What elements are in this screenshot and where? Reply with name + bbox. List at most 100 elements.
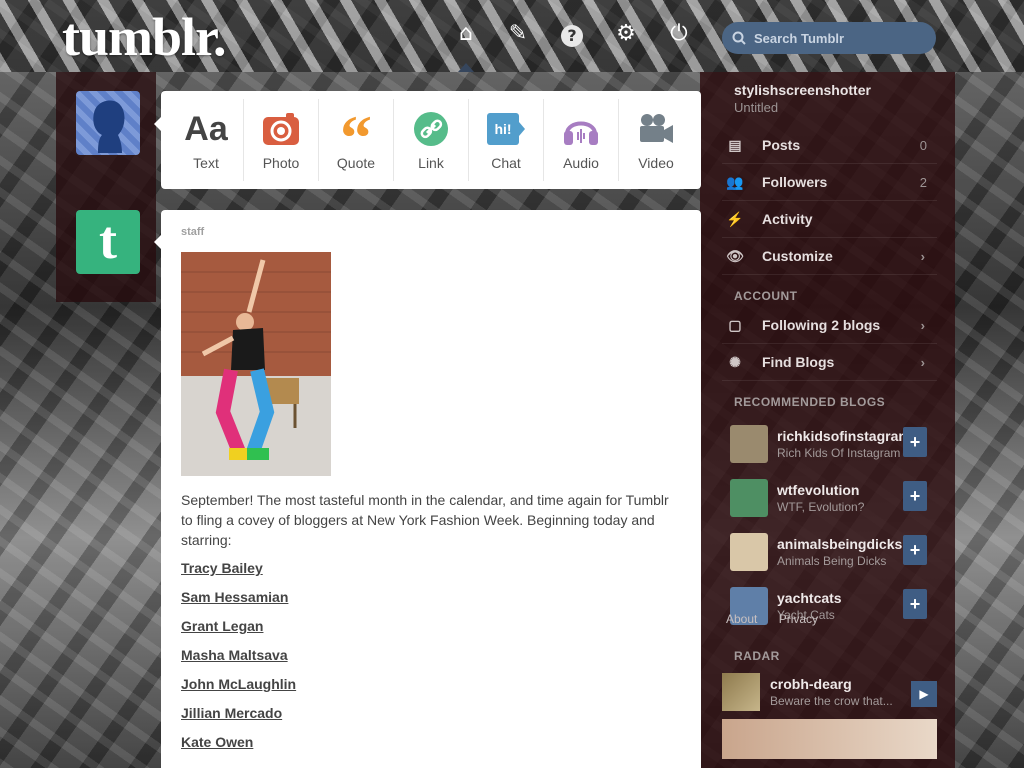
recommended-blog[interactable]: wtfevolution WTF, Evolution? +	[722, 471, 937, 525]
follow-button[interactable]: +	[903, 535, 927, 565]
post-type-label: Quote	[336, 155, 376, 171]
post-pointer	[154, 235, 161, 249]
post-link[interactable]: Grant Legan	[181, 618, 263, 634]
sidebar-item-following[interactable]: ▢ Following 2 blogs ›	[722, 307, 937, 344]
post-card: staff September! The most tasteful month…	[161, 210, 701, 768]
chevron-right-icon: ›	[920, 354, 925, 370]
post-type-label: Audio	[563, 155, 599, 171]
search-input[interactable]: Search Tumblr	[722, 22, 936, 54]
post-type-link[interactable]: Link	[394, 99, 469, 181]
chevron-right-icon: ›	[920, 248, 925, 264]
sidebar: stylishscreenshotter Untitled ▤ Posts 0 …	[722, 82, 937, 759]
blog-name[interactable]: stylishscreenshotter	[734, 82, 937, 98]
radar-post[interactable]: crobh-dearg Beware the crow that... ▶	[722, 673, 937, 711]
recommended-blog[interactable]: richkidsofinstagram Rich Kids Of Instagr…	[722, 417, 937, 471]
recommended-blog[interactable]: animalsbeingdicks Animals Being Dicks +	[722, 525, 937, 579]
post-type-video[interactable]: Video	[619, 99, 693, 181]
sidebar-item-posts[interactable]: ▤ Posts 0	[722, 127, 937, 164]
footer-links: About Privacy	[726, 612, 836, 626]
post-link-list: Tracy Bailey Sam Hessamian Grant Legan M…	[181, 560, 681, 752]
post-type-bar: Aa Text Photo “ Quote Link hi! Chat Audi…	[161, 91, 701, 189]
radar-image[interactable]	[722, 719, 937, 759]
footer-link-about[interactable]: About	[726, 612, 757, 626]
follow-button[interactable]: +	[903, 427, 927, 457]
sidebar-item-activity[interactable]: ⚡ Activity	[722, 201, 937, 238]
list-item: Masha Maltsava	[181, 647, 681, 665]
search-placeholder: Search Tumblr	[754, 30, 845, 46]
account-menu: ▢ Following 2 blogs › ✺ Find Blogs ›	[722, 307, 937, 381]
followers-icon: 👥	[726, 173, 744, 190]
post-type-label: Video	[638, 155, 674, 171]
compass-icon: ✺	[729, 353, 741, 370]
sidebar-item-count: 0	[919, 137, 927, 153]
recommended-blog-name: wtfevolution	[777, 482, 860, 498]
sidebar-item-label: Find Blogs	[762, 354, 835, 370]
home-icon[interactable]: ⌂	[452, 20, 480, 48]
post-link[interactable]: Sam Hessamian	[181, 589, 288, 605]
post-author[interactable]: staff	[181, 226, 681, 238]
power-icon[interactable]: ⏻	[665, 20, 693, 48]
post-link[interactable]: Kate Owen	[181, 734, 253, 750]
quote-icon: “	[340, 102, 372, 173]
play-icon[interactable]: ▶	[911, 681, 937, 707]
posts-icon: ▤	[728, 136, 742, 153]
list-item: Kate Owen	[181, 734, 681, 752]
compass-nav-icon[interactable]: ✎	[504, 20, 532, 48]
recommended-blog-name: yachtcats	[777, 590, 842, 606]
post-type-photo[interactable]: Photo	[244, 99, 319, 181]
list-item: Jillian Mercado	[181, 705, 681, 723]
headphones-icon	[562, 109, 600, 149]
radar-blog-name: crobh-dearg	[770, 676, 852, 692]
recommended-blog-name: richkidsofinstagram	[777, 428, 911, 444]
sidebar-item-label: Following 2 blogs	[762, 317, 881, 333]
radar-blog-subtitle: Beware the crow that...	[770, 694, 893, 708]
post-type-label: Link	[418, 155, 444, 171]
recommended-blog-name: animalsbeingdicks	[777, 536, 903, 552]
radar-heading: RADAR	[734, 649, 780, 663]
gear-icon[interactable]: ⚙	[612, 20, 640, 48]
text-icon: Aa	[184, 109, 228, 148]
account-heading: ACCOUNT	[734, 289, 798, 303]
video-camera-icon	[637, 109, 675, 149]
list-item: Tracy Bailey	[181, 560, 681, 578]
sidebar-item-find-blogs[interactable]: ✺ Find Blogs ›	[722, 344, 937, 381]
post-type-text[interactable]: Aa Text	[169, 99, 244, 181]
recommended-blog-subtitle: Animals Being Dicks	[777, 554, 887, 568]
blog-avatar	[730, 425, 768, 463]
sidebar-item-label: Activity	[762, 211, 813, 227]
post-link[interactable]: Jillian Mercado	[181, 705, 282, 721]
sidebar-item-label: Posts	[762, 137, 801, 153]
footer-link-privacy[interactable]: Privacy	[779, 612, 818, 626]
post-link[interactable]: Tracy Bailey	[181, 560, 263, 576]
post-type-chat[interactable]: hi! Chat	[469, 99, 544, 181]
post-photo[interactable]	[181, 252, 331, 476]
following-icon: ▢	[728, 316, 742, 333]
list-item: Grant Legan	[181, 618, 681, 636]
blog-subtitle: Untitled	[734, 100, 779, 115]
dancer-figure	[181, 252, 331, 476]
post-link[interactable]: Masha Maltsava	[181, 647, 288, 663]
recommended-blog-subtitle: Rich Kids Of Instagram	[777, 446, 901, 460]
active-nav-caret	[458, 63, 474, 72]
recommended-blog-subtitle: WTF, Evolution?	[777, 500, 865, 514]
follow-button[interactable]: +	[903, 481, 927, 511]
staff-avatar[interactable]: t	[76, 210, 140, 274]
tumblr-logo[interactable]: tumblr.	[62, 6, 227, 68]
sidebar-item-customize[interactable]: 👁 Customize ›	[722, 238, 937, 275]
post-type-quote[interactable]: “ Quote	[319, 99, 394, 181]
camera-icon	[262, 109, 300, 149]
user-avatar[interactable]	[76, 91, 140, 155]
post-type-label: Chat	[491, 155, 521, 171]
eye-icon: 👁	[726, 247, 744, 264]
post-type-audio[interactable]: Audio	[544, 99, 619, 181]
recommended-heading: RECOMMENDED BLOGS	[734, 395, 886, 409]
sidebar-item-followers[interactable]: 👥 Followers 2	[722, 164, 937, 201]
post-link[interactable]: John McLaughlin	[181, 676, 296, 692]
chevron-right-icon: ›	[920, 317, 925, 333]
sidebar-item-count: 2	[919, 174, 927, 190]
activity-icon: ⚡	[726, 210, 744, 227]
help-icon[interactable]: ?	[561, 25, 583, 47]
post-type-label: Photo	[262, 155, 300, 171]
svg-text:hi!: hi!	[494, 121, 511, 137]
follow-button[interactable]: +	[903, 589, 927, 619]
